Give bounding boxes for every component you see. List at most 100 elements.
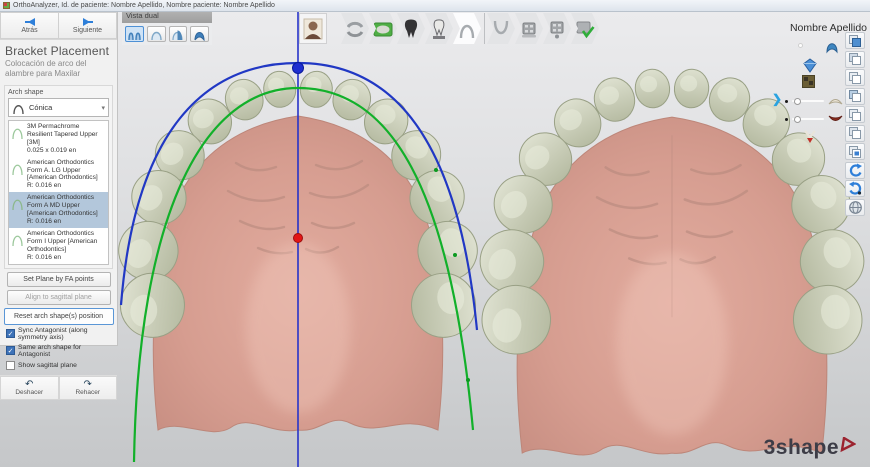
undo-label: Deshacer <box>15 389 43 396</box>
copy-view-icon <box>848 108 862 122</box>
set-plane-button[interactable]: Set Plane by FA points <box>7 272 111 287</box>
arch-control-point[interactable] <box>453 253 457 257</box>
copy-view-badge-icon <box>848 145 862 159</box>
upper-jaw-icon <box>828 95 843 106</box>
copy-view-icon <box>848 126 862 140</box>
view-layout-toolbar <box>845 32 867 217</box>
rotate-ccw-button[interactable] <box>845 162 865 179</box>
lower-jaw-icon <box>828 114 843 125</box>
upper-jaw-opacity-slider[interactable] <box>792 100 824 102</box>
half-arch-icon <box>170 28 185 41</box>
step-patient-photo[interactable] <box>299 13 327 44</box>
view-mode-dual-button[interactable] <box>125 26 144 42</box>
wire-name: 3M Permachrome Resilient Tapered Upper [… <box>27 123 98 146</box>
dental-models-canvas[interactable] <box>0 0 870 467</box>
checkbox-unchecked-icon[interactable] <box>6 361 15 370</box>
redo-button[interactable]: ↷ Rehacer <box>59 376 118 400</box>
checkbox-checked-icon[interactable]: ✓ <box>6 346 15 355</box>
view-mode-single-button[interactable] <box>147 26 166 42</box>
brand-logo: 3shape <box>764 437 856 459</box>
next-button[interactable]: Siguiente <box>59 12 117 39</box>
same-arch-shape-checkbox-row[interactable]: ✓ Same arch shape for Antagonist <box>0 342 117 359</box>
arch-control-point[interactable] <box>466 378 470 382</box>
wire-arch-icon <box>11 194 24 211</box>
jaw-model-icon[interactable] <box>824 38 840 54</box>
lower-jaw-slider-row <box>790 110 842 128</box>
rotate-cw-button[interactable] <box>845 180 865 197</box>
copy-view-icon <box>848 52 862 66</box>
fit-view-row <box>790 128 842 146</box>
symmetry-center-handle[interactable] <box>294 234 303 243</box>
texture-icon[interactable] <box>802 75 815 88</box>
redo-arrow-icon: ↷ <box>84 380 92 389</box>
option-label: Same arch shape for Antagonist <box>18 344 113 358</box>
wire-item-selected[interactable]: American Orthodontics Form A MD Upper [A… <box>9 192 108 228</box>
copy-view-icon <box>848 71 862 85</box>
tooth <box>634 68 672 110</box>
slider-dot <box>785 118 788 121</box>
arch-shape-dropdown[interactable]: Cónica ▾ <box>8 98 109 117</box>
next-arrow-icon <box>83 18 93 26</box>
globe-view-button[interactable] <box>845 199 865 216</box>
orthoanalyzer-window: OrthoAnalyzer, Id. de paciente: Nombre A… <box>0 0 870 467</box>
wire-size: R: 0.016 en <box>27 182 61 189</box>
copy-view-button[interactable] <box>845 106 865 123</box>
copy-view-button[interactable] <box>845 88 865 105</box>
undo-button[interactable]: ↶ Deshacer <box>0 376 59 400</box>
wire-name: American Orthodontics Form I Upper [Amer… <box>27 230 97 253</box>
copy-view-button[interactable] <box>845 69 865 86</box>
toolbar-divider <box>484 13 485 44</box>
arch-outline-icon <box>12 100 25 115</box>
back-label: Atrás <box>21 27 37 34</box>
slider-thumb[interactable] <box>794 98 801 105</box>
arch-top-handle[interactable] <box>293 63 304 74</box>
visibility-dot[interactable] <box>798 43 803 48</box>
sync-antagonist-checkbox-row[interactable]: ✓ Sync Antagonist (along symmetry axis) <box>0 325 117 342</box>
option-label: Sync Antagonist (along symmetry axis) <box>18 327 113 341</box>
undo-redo-row: ↶ Deshacer ↷ Rehacer <box>0 375 117 400</box>
wire-list: 3M Permachrome Resilient Tapered Upper [… <box>8 120 109 265</box>
wire-item[interactable]: American Orthodontics Form A. LG Upper [… <box>9 157 108 193</box>
wire-item[interactable]: 3M Permachrome Resilient Tapered Upper [… <box>9 121 108 157</box>
app-icon <box>3 2 10 9</box>
copy-view-button[interactable] <box>845 125 865 142</box>
vista-dual-panel: Vista dual <box>122 10 212 45</box>
arch-control-point[interactable] <box>434 168 438 172</box>
tooth-base-icon <box>429 18 449 40</box>
back-button[interactable]: Atrás <box>0 12 59 39</box>
fit-arrow-icon[interactable] <box>802 130 818 145</box>
dual-arch-icon <box>127 28 142 41</box>
wire-item[interactable]: American Orthodontics Form I Upper [Amer… <box>9 228 108 264</box>
slider-thumb[interactable] <box>794 116 801 123</box>
reset-arch-button[interactable]: Reset arch shape(s) position <box>4 308 114 325</box>
arch-shape-value: Cónica <box>29 103 97 112</box>
patient-photo-icon <box>303 18 323 40</box>
view-mode-half-button[interactable] <box>169 26 188 42</box>
window-title: OrthoAnalyzer, Id. de paciente: Nombre A… <box>13 2 275 9</box>
tooth <box>673 68 711 110</box>
split-layout-icon <box>848 34 862 48</box>
show-sagittal-checkbox-row[interactable]: Show sagittal plane <box>0 359 117 371</box>
solid-arch-icon <box>192 28 207 41</box>
view-mode-solid-button[interactable] <box>190 26 209 42</box>
wizard-nav: Atrás Siguiente <box>0 12 117 40</box>
wire-name: American Orthodontics Form A. LG Upper [… <box>27 159 98 182</box>
scan-box-icon <box>373 18 393 40</box>
texture-row <box>790 74 842 92</box>
bracket-icon <box>519 18 539 40</box>
copy-view-badge-button[interactable] <box>845 143 865 160</box>
split-layout-button[interactable] <box>845 32 865 49</box>
wire-size: R: 0.016 en <box>27 254 61 261</box>
undo-arrow-icon: ↶ <box>25 380 33 389</box>
align-sagittal-button[interactable]: Align to sagittal plane <box>7 290 111 305</box>
upper-jaw-slider-row <box>790 92 842 110</box>
option-label: Show sagittal plane <box>18 362 77 369</box>
brand-triangle-icon <box>840 437 856 453</box>
lower-jaw-opacity-slider[interactable] <box>792 118 824 120</box>
jaws-icon <box>345 18 365 40</box>
gem-icon[interactable] <box>802 58 818 73</box>
copy-view-button[interactable] <box>845 51 865 68</box>
expand-panel-chevron-icon[interactable]: ❯ <box>772 92 782 106</box>
checkbox-checked-icon[interactable]: ✓ <box>6 329 15 338</box>
arch-shape-group: Arch shape Cónica ▾ 3M Permachrome Resil… <box>4 85 113 269</box>
